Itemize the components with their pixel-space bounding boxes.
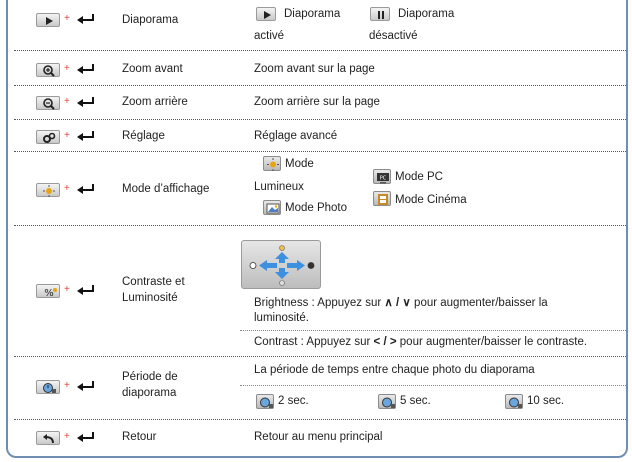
timer-icon [256, 394, 274, 409]
row-label: Zoom avant [122, 63, 183, 75]
contrast-prefix: Contrast : Appuyez sur [254, 336, 371, 348]
sun-mode-icon [263, 156, 281, 171]
play-button [36, 13, 60, 27]
row-label: Retour [122, 431, 157, 443]
pc-mode-icon: PC [373, 169, 391, 184]
photo-mode-icon [263, 200, 281, 215]
enter-key-icon [77, 97, 94, 107]
timer-button [36, 380, 60, 394]
mode-pc-label: Mode PC [395, 171, 443, 183]
plus-sign: + [64, 63, 70, 74]
row-label: Réglage [122, 130, 165, 142]
row-separator [14, 356, 626, 357]
period-option: 10 sec. [527, 395, 565, 407]
timer-icon [378, 394, 396, 409]
enter-key-icon [77, 14, 94, 24]
brightness-line2: luminosité. [254, 312, 309, 324]
slideshow-on-sub: activé [254, 30, 285, 42]
row-separator [14, 419, 626, 420]
brightness-keys: ∧ / ∨ [384, 297, 411, 309]
period-option: 2 sec. [278, 395, 309, 407]
period-option: 5 sec. [400, 395, 431, 407]
mode-bright-line1: Mode [285, 158, 314, 170]
brightness-prefix: Brightness : Appuyez sur [254, 297, 382, 309]
zoom-in-icon [43, 65, 55, 77]
slideshow-off-sub: désactivé [369, 30, 418, 42]
mode-photo-label: Mode Photo [285, 202, 348, 214]
zoom-in-button [36, 63, 60, 77]
plus-sign: + [64, 130, 70, 141]
row-label-line2: Luminosité [122, 292, 178, 304]
enter-key-icon [77, 432, 94, 442]
row-separator [14, 225, 626, 226]
mode-cinema-label: Mode Cinéma [395, 194, 467, 206]
plus-sign: + [64, 380, 70, 391]
svg-text:PC: PC [380, 176, 387, 182]
row-separator [14, 50, 626, 51]
plus-sign: + [64, 13, 70, 24]
row-label: Mode d’affichage [122, 183, 210, 195]
timer-icon [505, 394, 523, 409]
contrast-brightness-button: % [36, 284, 60, 299]
plus-sign: + [64, 183, 70, 194]
zoom-out-button [36, 96, 60, 110]
settings-button [36, 130, 60, 144]
brightness-instruction: Brightness : Appuyez sur ∧ / ∨ pour augm… [254, 296, 548, 311]
row-description: Zoom arrière sur la page [254, 96, 380, 108]
plus-sign: + [64, 431, 70, 442]
enter-key-icon [77, 285, 94, 295]
pause-icon [370, 7, 390, 21]
contrast-instruction: Contrast : Appuyez sur < / > pour augmen… [254, 335, 587, 350]
play-icon [46, 17, 53, 25]
row-separator [14, 85, 626, 86]
row-separator [14, 119, 626, 120]
svg-text:%: % [44, 288, 54, 299]
play-icon [256, 7, 276, 21]
mode-bright-line2: Lumineux [254, 181, 304, 193]
display-mode-icon [43, 185, 55, 197]
return-icon [43, 434, 54, 444]
settings-icon [43, 132, 56, 143]
navigation-pad-icon [241, 240, 321, 289]
return-button [36, 431, 60, 445]
row-label: Zoom arrière [122, 96, 188, 108]
contrast-suffix: pour augmenter/baisser le contraste. [399, 336, 588, 348]
sub-separator [240, 385, 626, 386]
display-mode-button [36, 183, 60, 197]
plus-sign: + [64, 284, 70, 295]
row-label: Diaporama [122, 14, 179, 26]
row-description: Retour au menu principal [254, 431, 383, 443]
row-description: Zoom avant sur la page [254, 63, 375, 75]
enter-key-icon [77, 131, 94, 141]
row-label-line2: diaporama [122, 387, 177, 399]
timer-icon [43, 383, 56, 393]
contrast-brightness-icon: % [44, 288, 57, 299]
enter-key-icon [77, 64, 94, 74]
contrast-keys: < / > [373, 336, 397, 348]
sub-separator [240, 330, 626, 331]
row-description: Réglage avancé [254, 130, 338, 142]
slideshow-off-title: Diaporama [398, 8, 455, 20]
row-label-line1: Contraste et [122, 276, 185, 288]
enter-key-icon [77, 184, 94, 194]
row-separator [14, 151, 626, 152]
brightness-suffix: pour augmenter/baisser la [414, 297, 548, 309]
plus-sign: + [64, 96, 70, 107]
cinema-mode-icon [373, 191, 391, 206]
period-description: La période de temps entre chaque photo d… [254, 364, 535, 376]
zoom-out-icon [43, 98, 55, 110]
slideshow-on-title: Diaporama [284, 8, 341, 20]
enter-key-icon [77, 381, 94, 391]
row-label-line1: Période de [122, 371, 178, 383]
